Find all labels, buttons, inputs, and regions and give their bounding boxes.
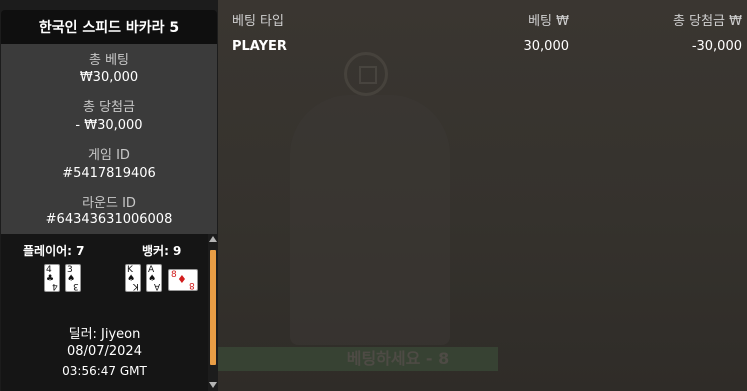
video-logo-inner [359, 66, 377, 84]
scroll-up-arrow-icon[interactable] [209, 236, 217, 242]
header-bet: 베팅 ₩ [528, 14, 569, 29]
player-score-label: 플레이어: 7 [23, 244, 85, 258]
game-id-value: #5417819406 [62, 166, 156, 181]
banker-card-2: A ♠ A [146, 264, 162, 292]
total-bet-value: ₩30,000 [79, 70, 139, 85]
card-rank-inverted: 8 [189, 280, 195, 290]
row-bet: 30,000 [523, 39, 570, 54]
round-id-label: 라운드 ID [82, 196, 136, 211]
scroll-down-arrow-icon[interactable] [209, 382, 217, 388]
dealer-name: 딜러: Jiyeon [68, 327, 141, 342]
round-time: 03:56:47 GMT [62, 364, 147, 378]
round-result: 플레이어: 7 뱅커: 9 4 ♣ 4 3 ♠ 3 K ♠ K A ♠ A 8 … [1, 234, 208, 391]
result-scrollbar[interactable] [208, 234, 218, 391]
total-bet-label: 총 베팅 [88, 53, 129, 68]
card-rank-inverted: 3 [73, 281, 79, 291]
card-rank: 8 [171, 270, 177, 280]
total-win-label: 총 당첨금 [83, 100, 135, 115]
round-details-panel: 한국인 스피드 바카라 5 총 베팅 ₩30,000 총 당첨금 - ₩30,0… [0, 0, 218, 391]
banker-card-1: K ♠ K [125, 264, 141, 292]
player-card-1: 4 ♣ 4 [44, 264, 60, 292]
total-win-value: - ₩30,000 [75, 118, 143, 133]
game-title: 한국인 스피드 바카라 5 [1, 10, 217, 44]
row-win: -30,000 [691, 39, 742, 54]
dealer-video-figure [290, 95, 450, 345]
bet-timer-text: 베팅하세요 - 8 [346, 349, 450, 368]
header-bet-type: 베팅 타입 [232, 14, 284, 29]
diamond-suit-icon: ♦ [177, 273, 187, 286]
card-rank-inverted: K [133, 281, 139, 291]
banker-score-label: 뱅커: 9 [142, 244, 182, 258]
scroll-thumb[interactable] [210, 250, 216, 365]
round-date: 08/07/2024 [67, 344, 142, 359]
player-card-2: 3 ♠ 3 [65, 264, 81, 292]
video-logo-icon [344, 52, 388, 96]
round-id-value: #64343631006008 [45, 212, 173, 227]
card-rank-inverted: A [153, 281, 160, 291]
header-win: 총 당첨금 ₩ [673, 14, 742, 29]
round-summary: 총 베팅 ₩30,000 총 당첨금 - ₩30,000 게임 ID #5417… [1, 44, 217, 234]
row-bet-type: PLAYER [232, 39, 287, 54]
card-rank-inverted: 4 [52, 281, 58, 291]
banker-card-3: 8 ♦ 8 [168, 269, 198, 291]
game-id-label: 게임 ID [88, 148, 130, 163]
